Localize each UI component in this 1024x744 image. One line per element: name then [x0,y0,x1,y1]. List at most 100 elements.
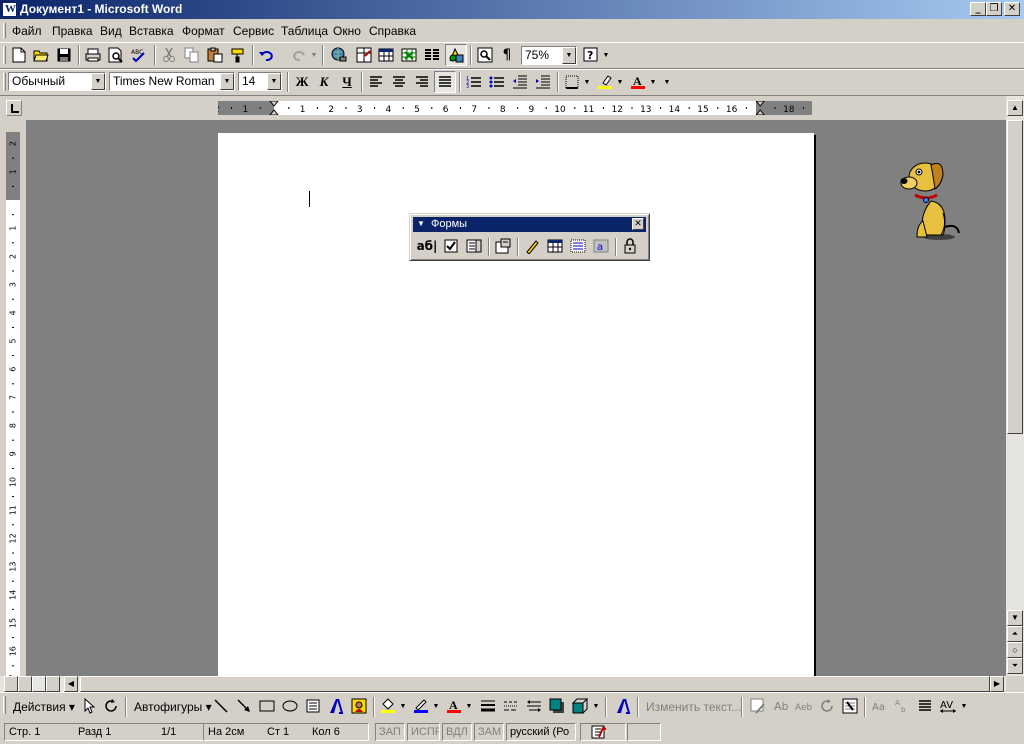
forms-toolbar[interactable]: ▼ Формы ✕ аб| a [409,213,650,261]
line-color-dropdown-icon[interactable]: ▼ [432,695,440,717]
style-combo[interactable]: Обычный ▼ [8,72,106,91]
edit-text-button[interactable]: Изменить текст... [646,700,741,714]
copy-icon[interactable] [181,44,203,66]
title-bar[interactable]: Документ1 - Microsoft Word _ ❐ ✕ [0,0,1024,19]
font-size-combo[interactable]: 14 ▼ [238,72,282,91]
toolbar-grip[interactable] [3,73,6,91]
select-browse-object-button[interactable]: ○ [1007,642,1023,658]
zoom-combo[interactable]: 75% ▼ [521,46,577,65]
toolbar-options-icon[interactable]: ▼ [960,695,968,717]
font-combo[interactable]: Times New Roman ▼ [109,72,235,91]
line-style-icon[interactable] [477,695,499,717]
next-page-button[interactable]: ⏷ [1007,658,1023,674]
wordart-alignment-icon[interactable] [914,695,936,717]
open-folder-icon[interactable] [30,44,52,66]
font-color-icon[interactable]: A [627,71,649,93]
save-icon[interactable] [53,44,75,66]
bullets-icon[interactable] [486,71,508,93]
select-objects-icon[interactable] [78,695,100,717]
scroll-down-button[interactable]: ▼ [1007,610,1023,626]
spelling-icon[interactable]: ABC [128,44,150,66]
cut-icon[interactable] [158,44,180,66]
dash-style-icon[interactable] [500,695,522,717]
menu-tools[interactable]: Сервис [233,24,274,38]
normal-view-button[interactable] [4,676,18,692]
underline-button[interactable]: Ч [336,71,358,93]
autoshapes-menu-button[interactable]: Автофигуры ▾ [134,700,212,714]
web-layout-view-button[interactable] [18,676,32,692]
status-overtype[interactable]: ЗАМ [474,723,504,741]
status-extend-selection[interactable]: ВДЛ [442,723,472,741]
oval-icon[interactable] [279,695,301,717]
insert-frame-icon[interactable] [567,235,589,257]
document-map-icon[interactable] [474,44,496,66]
field-options-icon[interactable] [492,235,514,257]
insert-excel-icon[interactable] [398,44,420,66]
wordart-rotate-icon[interactable] [816,695,838,717]
scroll-right-button[interactable]: ▶ [990,676,1004,692]
line-color-icon[interactable] [410,695,432,717]
numbering-icon[interactable]: 123 [463,71,485,93]
wordart-same-letter-heights-icon[interactable]: Aa [868,695,890,717]
menu-insert[interactable]: Вставка [129,24,174,38]
fill-color-dropdown-icon[interactable]: ▼ [399,695,407,717]
format-wordart-icon[interactable] [747,695,769,717]
paste-icon[interactable] [204,44,226,66]
menu-view[interactable]: Вид [100,24,122,38]
help-icon[interactable]: ? [580,44,602,66]
vertical-scroll-thumb[interactable] [1007,120,1023,434]
word-app-icon[interactable] [2,2,17,17]
status-language[interactable]: русский (Ро [506,723,576,741]
draw-font-color-icon[interactable]: A [443,695,465,717]
wordart-shape-icon[interactable]: Ab [770,695,792,717]
menu-window[interactable]: Окно [333,24,361,38]
line-icon[interactable] [210,695,232,717]
print-icon[interactable] [82,44,104,66]
borders-icon[interactable] [561,71,583,93]
clip-art-icon[interactable] [348,695,370,717]
highlight-dropdown-icon[interactable]: ▼ [616,71,624,93]
columns-icon[interactable] [421,44,443,66]
minimize-button[interactable]: _ [970,2,986,16]
decrease-indent-icon[interactable] [509,71,531,93]
form-field-shading-icon[interactable]: a [590,235,612,257]
drawing-icon[interactable] [445,44,467,66]
align-right-icon[interactable] [411,71,433,93]
menu-table[interactable]: Таблица [281,24,328,38]
forms-close-button[interactable]: ✕ [632,218,644,230]
restore-button[interactable]: ❐ [986,2,1002,16]
office-assistant-dog-icon[interactable] [895,157,961,241]
toolbar-grip[interactable] [3,46,6,64]
fill-color-icon[interactable] [377,695,399,717]
left-indent-marker-icon[interactable] [269,101,279,115]
horizontal-scroll-thumb[interactable] [80,676,990,692]
arrow-icon[interactable] [233,695,255,717]
zoom-dropdown-icon[interactable]: ▼ [562,47,576,64]
horizontal-ruler[interactable]: 211234567891011121314151618 [218,101,812,115]
insert-hyperlink-icon[interactable] [328,44,350,66]
italic-button[interactable]: К [313,71,335,93]
menu-file[interactable]: Файл [12,24,42,38]
highlight-icon[interactable] [594,71,616,93]
horizontal-scrollbar[interactable]: ◀ ▶ [0,676,1006,692]
toolbar-menu-icon[interactable]: ▼ [417,217,425,231]
status-record-macro[interactable]: ЗАП [375,723,405,741]
actions-menu-button[interactable]: Действия ▾ [13,700,75,714]
print-layout-view-button[interactable] [32,676,46,692]
toolbar-options-icon[interactable]: ▼ [663,71,671,93]
wordart-icon[interactable] [325,695,347,717]
justify-icon[interactable] [434,71,456,93]
wordart-vertical-text-icon[interactable]: Ab [891,695,913,717]
font-size-dropdown-icon[interactable]: ▼ [267,73,281,90]
forms-toolbar-title-bar[interactable]: ▼ Формы ✕ [413,217,646,232]
vertical-ruler[interactable]: 211234567891011121314151617 [6,132,20,676]
wordart-same-height-icon[interactable]: Aeb [793,695,815,717]
redo-icon[interactable] [288,44,310,66]
toolbar-options-icon[interactable]: ▼ [602,44,610,66]
text-field-button[interactable]: аб| [416,235,438,257]
show-formatting-icon[interactable]: ¶ [496,44,518,66]
document-area[interactable] [26,120,1006,676]
draw-font-color-dropdown-icon[interactable]: ▼ [465,695,473,717]
bold-button[interactable]: Ж [291,71,313,93]
insert-table-icon[interactable] [375,44,397,66]
